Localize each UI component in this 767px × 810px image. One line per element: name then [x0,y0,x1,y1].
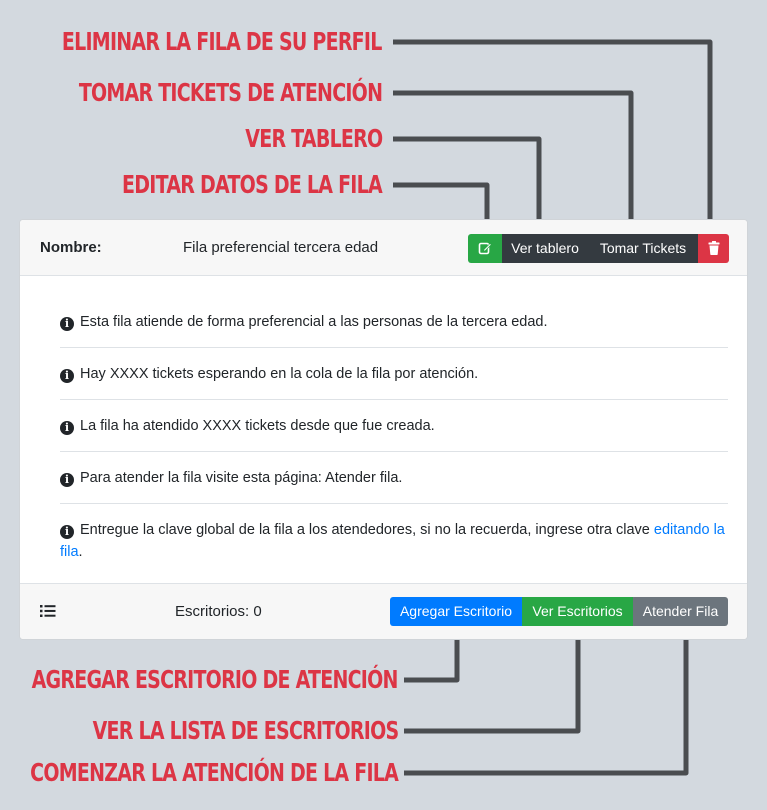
info-list: i Esta fila atiende de forma preferencial… [60,296,728,577]
info-icon: i [60,369,74,383]
view-desks-button[interactable]: Ver Escritorios [522,597,633,626]
attend-queue-button[interactable]: Atender Fila [633,597,728,626]
info-text: Para atender la fila visite esta página:… [80,470,403,486]
delete-button[interactable] [698,234,729,263]
list-item: i Hay XXXX tickets esperando en la cola d… [60,348,728,400]
callout-take-tickets: TOMAR TICKETS DE ATENCIÓN [78,78,383,107]
info-text: Entregue la clave global de la fila a lo… [80,522,654,538]
info-suffix: . [78,544,83,560]
card-footer: Escritorios: 0 Agregar Escritorio Ver Es… [20,583,747,639]
callout-edit-row: EDITAR DATOS DE LA FILA [122,170,383,199]
edit-icon [478,242,492,255]
edit-button[interactable] [468,234,502,263]
list-item: i Para atender la fila visite esta página… [60,452,728,504]
callout-add-desk: AGREGAR ESCRITORIO DE ATENCIÓN [31,665,399,694]
card-header: Nombre: Fila preferencial tercera edad V… [20,220,747,276]
info-icon: i [60,525,74,539]
queue-name: Fila preferencial tercera edad [183,239,379,256]
name-label: Nombre: [40,239,102,256]
view-board-button[interactable]: Ver tablero [502,234,588,263]
callout-view-board: VER TABLERO [244,124,383,153]
take-tickets-button[interactable]: Tomar Tickets [588,234,698,263]
connector-attend [404,628,689,776]
callout-delete-row: ELIMINAR LA FILA DE SU PERFIL [62,27,382,56]
add-desk-button[interactable]: Agregar Escritorio [390,597,522,626]
callout-start-attention: COMENZAR LA ATENCIÓN DE LA FILA [30,758,399,787]
list-item: i Esta fila atiende de forma preferencial… [60,296,728,348]
info-text: Hay XXXX tickets esperando en la cola de… [80,366,479,382]
info-icon: i [60,421,74,435]
desks-count: Escritorios: 0 [175,603,262,620]
info-icon: i [60,473,74,487]
trash-icon [708,241,719,255]
list-icon [40,605,56,617]
connector-tickets [393,90,634,232]
info-icon: i [60,317,74,331]
queue-card: Nombre: Fila preferencial tercera edad V… [19,219,748,640]
info-text: Esta fila atiende de forma preferencial … [80,314,548,330]
info-text: La fila ha atendido XXXX tickets desde q… [80,418,435,434]
list-item: i La fila ha atendido XXXX tickets desde … [60,400,728,452]
callout-view-desks: VER LA LISTA DE ESCRITORIOS [92,716,399,745]
list-item: i Entregue la clave global de la fila a l… [60,504,728,577]
